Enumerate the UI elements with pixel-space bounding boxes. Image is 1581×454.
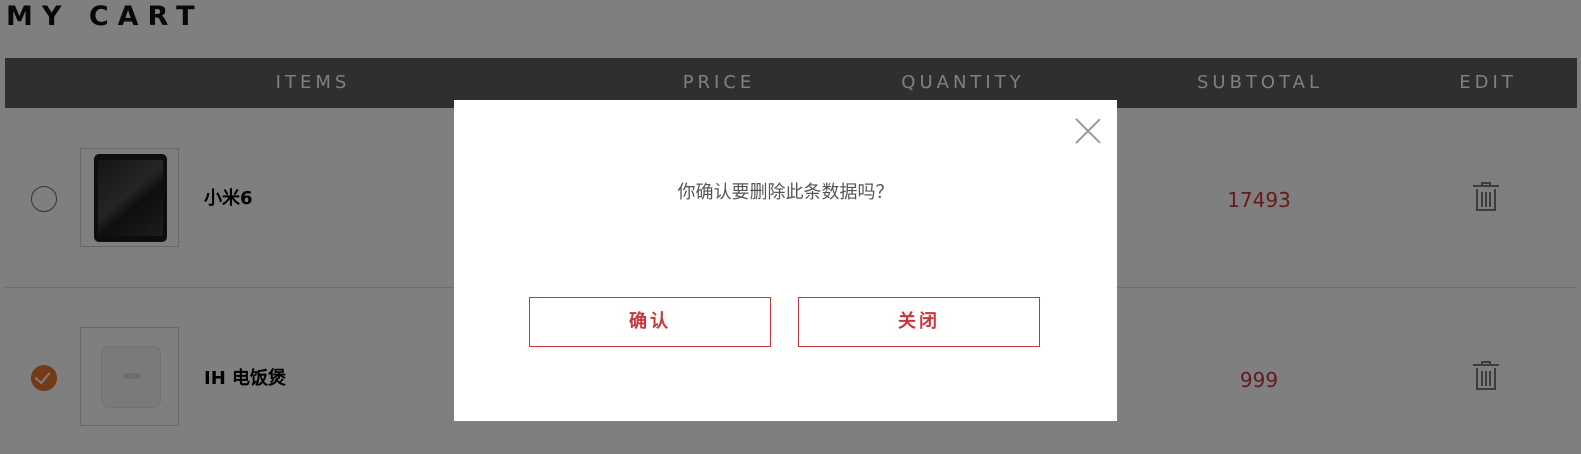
dialog-message: 你确认要删除此条数据吗？ bbox=[677, 182, 894, 203]
close-icon[interactable] bbox=[1074, 117, 1102, 145]
confirm-delete-dialog: 你确认要删除此条数据吗？ 确认 关闭 bbox=[454, 100, 1117, 421]
confirm-button[interactable]: 确认 bbox=[529, 297, 771, 347]
close-button[interactable]: 关闭 bbox=[798, 297, 1040, 347]
